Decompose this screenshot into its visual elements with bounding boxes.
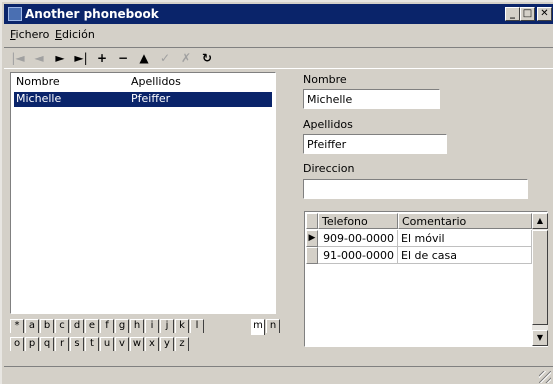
- scroll-up-icon[interactable]: ▲: [532, 213, 548, 229]
- grid-corner: [306, 213, 318, 229]
- direccion-label: Direccion: [303, 162, 355, 175]
- db-navigator-toolbar: |◄ ◄ ► ►| + − ▲ ✓ ✗ ↻: [4, 47, 553, 69]
- tab-t[interactable]: t: [85, 337, 99, 351]
- tab-j[interactable]: j: [160, 319, 174, 333]
- column-nombre: Nombre: [16, 75, 60, 88]
- scroll-thumb[interactable]: [532, 230, 548, 325]
- close-button[interactable]: ✕: [537, 7, 552, 21]
- tab-w[interactable]: w: [130, 337, 144, 351]
- row-indicator: [306, 247, 318, 264]
- tab-z[interactable]: z: [175, 337, 189, 351]
- nombre-label: Nombre: [303, 73, 347, 86]
- last-record-button[interactable]: ►|: [72, 50, 90, 66]
- nombre-field[interactable]: Michelle: [303, 89, 440, 109]
- direccion-field[interactable]: [303, 179, 528, 199]
- cancel-edit-button[interactable]: ✗: [177, 50, 195, 66]
- apellidos-label: Apellidos: [303, 118, 353, 131]
- column-comentario[interactable]: Comentario: [398, 213, 532, 229]
- menu-fichero[interactable]: Fichero: [10, 28, 49, 41]
- tab-n[interactable]: n: [266, 319, 280, 333]
- tab-y[interactable]: y: [160, 337, 174, 351]
- app-window: Another phonebook _ □ ✕ Fichero Edición …: [0, 0, 553, 384]
- delete-record-button[interactable]: −: [114, 50, 132, 66]
- window-title: Another phonebook: [25, 7, 159, 21]
- tab-r[interactable]: r: [55, 337, 69, 351]
- apellidos-field[interactable]: Pfeiffer: [303, 134, 447, 154]
- tab-e[interactable]: e: [85, 319, 99, 333]
- current-row-indicator-icon: ▶: [306, 230, 318, 247]
- menu-bar: Fichero Edición: [4, 25, 553, 45]
- tab-h[interactable]: h: [130, 319, 144, 333]
- contacts-list[interactable]: Nombre Apellidos Michelle Pfeiffer: [10, 72, 276, 314]
- column-apellidos: Apellidos: [131, 75, 181, 88]
- status-bar: [4, 366, 553, 385]
- resize-grip-icon[interactable]: [539, 371, 551, 383]
- tab-star[interactable]: *: [10, 319, 24, 333]
- maximize-button[interactable]: □: [520, 7, 535, 21]
- tab-s[interactable]: s: [70, 337, 84, 351]
- scroll-down-icon[interactable]: ▼: [532, 330, 548, 346]
- contacts-list-header: Nombre Apellidos: [14, 75, 272, 89]
- phone-number-cell[interactable]: 909-00-0000: [318, 230, 398, 247]
- tab-b[interactable]: b: [40, 319, 54, 333]
- tab-v[interactable]: v: [115, 337, 129, 351]
- next-record-button[interactable]: ►: [51, 50, 69, 66]
- tab-d[interactable]: d: [70, 319, 84, 333]
- first-record-button[interactable]: |◄: [9, 50, 27, 66]
- edit-record-button[interactable]: ▲: [135, 50, 153, 66]
- tab-l[interactable]: l: [190, 319, 204, 333]
- minimize-button[interactable]: _: [505, 7, 520, 21]
- contact-apellidos: Pfeiffer: [131, 92, 171, 105]
- phones-scrollbar[interactable]: ▲ ▼: [532, 213, 548, 346]
- phonebook-app-icon[interactable]: [8, 7, 22, 21]
- tab-o[interactable]: o: [10, 337, 24, 351]
- tab-f[interactable]: f: [100, 319, 114, 333]
- tab-a[interactable]: a: [25, 319, 39, 333]
- phone-number-cell[interactable]: 91-000-0000: [318, 247, 398, 264]
- tab-m[interactable]: m: [251, 319, 265, 335]
- phones-grid[interactable]: Telefono Comentario ▶ 909-00-0000 El móv…: [304, 211, 548, 347]
- title-bar[interactable]: Another phonebook _ □ ✕: [4, 4, 553, 24]
- insert-record-button[interactable]: +: [93, 50, 111, 66]
- prior-record-button[interactable]: ◄: [30, 50, 48, 66]
- tab-i[interactable]: i: [145, 319, 159, 333]
- column-telefono[interactable]: Telefono: [318, 213, 398, 229]
- post-edit-button[interactable]: ✓: [156, 50, 174, 66]
- tab-g[interactable]: g: [115, 319, 129, 333]
- contact-nombre: Michelle: [16, 92, 62, 105]
- tab-k[interactable]: k: [175, 319, 189, 333]
- tab-c[interactable]: c: [55, 319, 69, 333]
- menu-edicion[interactable]: Edición: [55, 28, 95, 41]
- contact-row[interactable]: Michelle Pfeiffer: [14, 92, 272, 107]
- refresh-button[interactable]: ↻: [198, 50, 216, 66]
- tab-q[interactable]: q: [40, 337, 54, 351]
- tab-u[interactable]: u: [100, 337, 114, 351]
- phone-comment-cell[interactable]: El móvil: [398, 230, 532, 247]
- alphabet-tabs: * a b c d e f g h i j k l m n o p q r s …: [10, 316, 290, 358]
- phone-comment-cell[interactable]: El de casa: [398, 247, 532, 264]
- tab-p[interactable]: p: [25, 337, 39, 351]
- tab-x[interactable]: x: [145, 337, 159, 351]
